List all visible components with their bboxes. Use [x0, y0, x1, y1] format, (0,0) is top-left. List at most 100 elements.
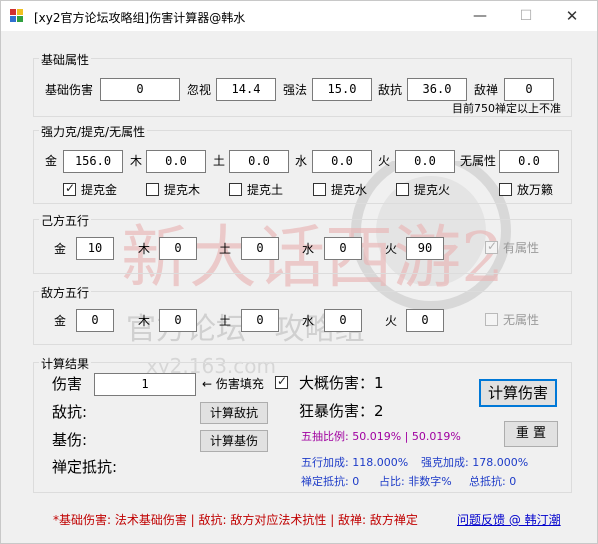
own-attr-checkbox[interactable]: 有属性	[485, 239, 540, 255]
base-damage-label: 基础伤害	[45, 83, 94, 97]
enemy-fire-label: 火	[385, 314, 398, 328]
enemy-resist-label: 敌抗	[378, 83, 403, 97]
minimize-button[interactable]: —	[457, 1, 503, 31]
own-wood-input[interactable]: 0	[159, 237, 197, 260]
checkbox-icon	[499, 183, 512, 196]
own-fire-label: 火	[385, 242, 398, 256]
footer-legend: *基础伤害: 法术基础伤害 | 敌抗: 敌方对应法术抗性 | 敌禅: 敌方禅定	[53, 513, 418, 527]
rage-damage-label: 狂暴伤害：2	[299, 402, 384, 420]
check-earth[interactable]: 提克土	[229, 183, 283, 197]
checkbox-icon	[146, 183, 159, 196]
reset-button[interactable]: 重 置	[504, 421, 558, 447]
own-wood-label: 木	[138, 242, 151, 256]
enemy-attr-checkbox[interactable]: 无属性	[485, 313, 539, 327]
check-fire[interactable]: 提克火	[396, 183, 450, 197]
zen-resist-text: 禅定抵抗: 0	[301, 475, 360, 488]
element-bonus: 五行加成: 118.000%	[301, 456, 409, 469]
check-wanlai-label: 放万籁	[517, 183, 554, 197]
fill-damage-checkbox[interactable]	[275, 374, 293, 390]
share-text: 占比: 非数字%	[379, 475, 452, 488]
strong-metal-label: 金	[45, 154, 58, 168]
strong-input[interactable]: 15.0	[312, 78, 372, 101]
own-water-input[interactable]: 0	[324, 237, 362, 260]
checkbox-checked-icon	[485, 239, 498, 254]
own-metal-label: 金	[54, 242, 67, 256]
maximize-button[interactable]: ☐	[503, 1, 549, 31]
own-elements-title: 己方五行	[39, 212, 92, 229]
enemy-resist-result-label: 敌抗:	[52, 403, 88, 421]
enemy-water-label: 水	[302, 314, 315, 328]
approx-damage-text: 大概伤害：	[299, 374, 375, 392]
damage-input[interactable]: 1	[94, 373, 196, 396]
strong-group-title: 强力克/提克/无属性	[39, 123, 148, 140]
ignore-input[interactable]: 14.4	[216, 78, 276, 101]
calc-resist-button[interactable]: 计算敌抗	[200, 402, 268, 424]
enemy-resist-input[interactable]: 36.0	[407, 78, 467, 101]
rage-damage-text: 狂暴伤害：	[299, 402, 375, 420]
strong-metal-input[interactable]: 156.0	[63, 150, 123, 173]
result-title: 计算结果	[39, 355, 92, 372]
own-water-label: 水	[302, 242, 315, 256]
calc-base-button[interactable]: 计算基伤	[200, 430, 268, 452]
check-water[interactable]: 提克水	[313, 183, 367, 197]
enemy-wood-label: 木	[138, 314, 151, 328]
checkbox-checked-icon	[63, 181, 76, 196]
close-button[interactable]: ✕	[549, 1, 595, 31]
enemy-attr-label: 无属性	[503, 313, 540, 327]
title-bar: [xy2官方论坛攻略组]伤害计算器@韩水 — ☐ ✕	[1, 1, 597, 31]
check-water-label: 提克水	[331, 183, 368, 197]
check-wood[interactable]: 提克木	[146, 183, 200, 197]
enemy-metal-label: 金	[54, 314, 67, 328]
checkbox-icon	[485, 313, 498, 326]
damage-label: 伤害	[52, 375, 83, 393]
own-earth-label: 土	[219, 242, 232, 256]
rage-damage-value: 2	[374, 402, 384, 420]
zen-resist-result-label: 禅定抵抗:	[52, 458, 118, 476]
strong-fire-label: 火	[378, 154, 391, 168]
check-metal[interactable]: 提克金	[63, 181, 118, 197]
check-wanlai[interactable]: 放万籁	[499, 183, 553, 197]
base-damage-input[interactable]: 0	[100, 78, 180, 101]
strong-fire-input[interactable]: 0.0	[395, 150, 455, 173]
strong-none-input[interactable]: 0.0	[499, 150, 559, 173]
approx-damage-value: 1	[374, 374, 384, 392]
strong-bonus: 强克加成: 178.000%	[421, 456, 529, 469]
strong-earth-input[interactable]: 0.0	[229, 150, 289, 173]
calc-damage-button[interactable]: 计算伤害	[479, 379, 557, 407]
enemy-zen-label: 敌禅	[474, 83, 499, 97]
feedback-link[interactable]: 问题反馈 @ 韩汀潮	[457, 511, 561, 528]
enemy-fire-input[interactable]: 0	[406, 309, 444, 332]
zen-note: 目前750禅定以上不准	[452, 102, 561, 115]
check-wood-label: 提克木	[164, 183, 201, 197]
fill-hint: ← 伤害填充	[202, 377, 264, 391]
strong-wood-label: 木	[130, 154, 143, 168]
strong-water-input[interactable]: 0.0	[312, 150, 372, 173]
check-earth-label: 提克土	[247, 183, 284, 197]
calculator-window: [xy2官方论坛攻略组]伤害计算器@韩水 — ☐ ✕ 新大话西游2 官方论坛 ·…	[0, 0, 598, 544]
checkbox-icon	[313, 183, 326, 196]
check-fire-label: 提克火	[414, 183, 451, 197]
total-resist-text: 总抵抗: 0	[469, 475, 517, 488]
enemy-wood-input[interactable]: 0	[159, 309, 197, 332]
own-metal-input[interactable]: 10	[76, 237, 114, 260]
strong-label: 强法	[283, 83, 308, 97]
enemy-zen-input[interactable]: 0	[504, 78, 554, 101]
own-attr-label: 有属性	[503, 241, 540, 255]
strong-earth-label: 土	[213, 154, 226, 168]
own-earth-input[interactable]: 0	[241, 237, 279, 260]
window-title: [xy2官方论坛攻略组]伤害计算器@韩水	[34, 11, 246, 25]
basic-attributes-title: 基础属性	[39, 51, 92, 68]
enemy-earth-input[interactable]: 0	[241, 309, 279, 332]
enemy-water-input[interactable]: 0	[324, 309, 362, 332]
checkbox-checked-icon	[275, 374, 288, 389]
check-metal-label: 提克金	[81, 183, 118, 197]
ignore-label: 忽视	[187, 83, 212, 97]
checkbox-icon	[229, 183, 242, 196]
strong-water-label: 水	[295, 154, 308, 168]
ratio-text: 五抽比例: 50.019% | 50.019%	[301, 430, 461, 443]
approx-damage-label: 大概伤害：1	[299, 374, 384, 392]
strong-wood-input[interactable]: 0.0	[146, 150, 206, 173]
enemy-metal-input[interactable]: 0	[76, 309, 114, 332]
own-fire-input[interactable]: 90	[406, 237, 444, 260]
checkbox-icon	[396, 183, 409, 196]
